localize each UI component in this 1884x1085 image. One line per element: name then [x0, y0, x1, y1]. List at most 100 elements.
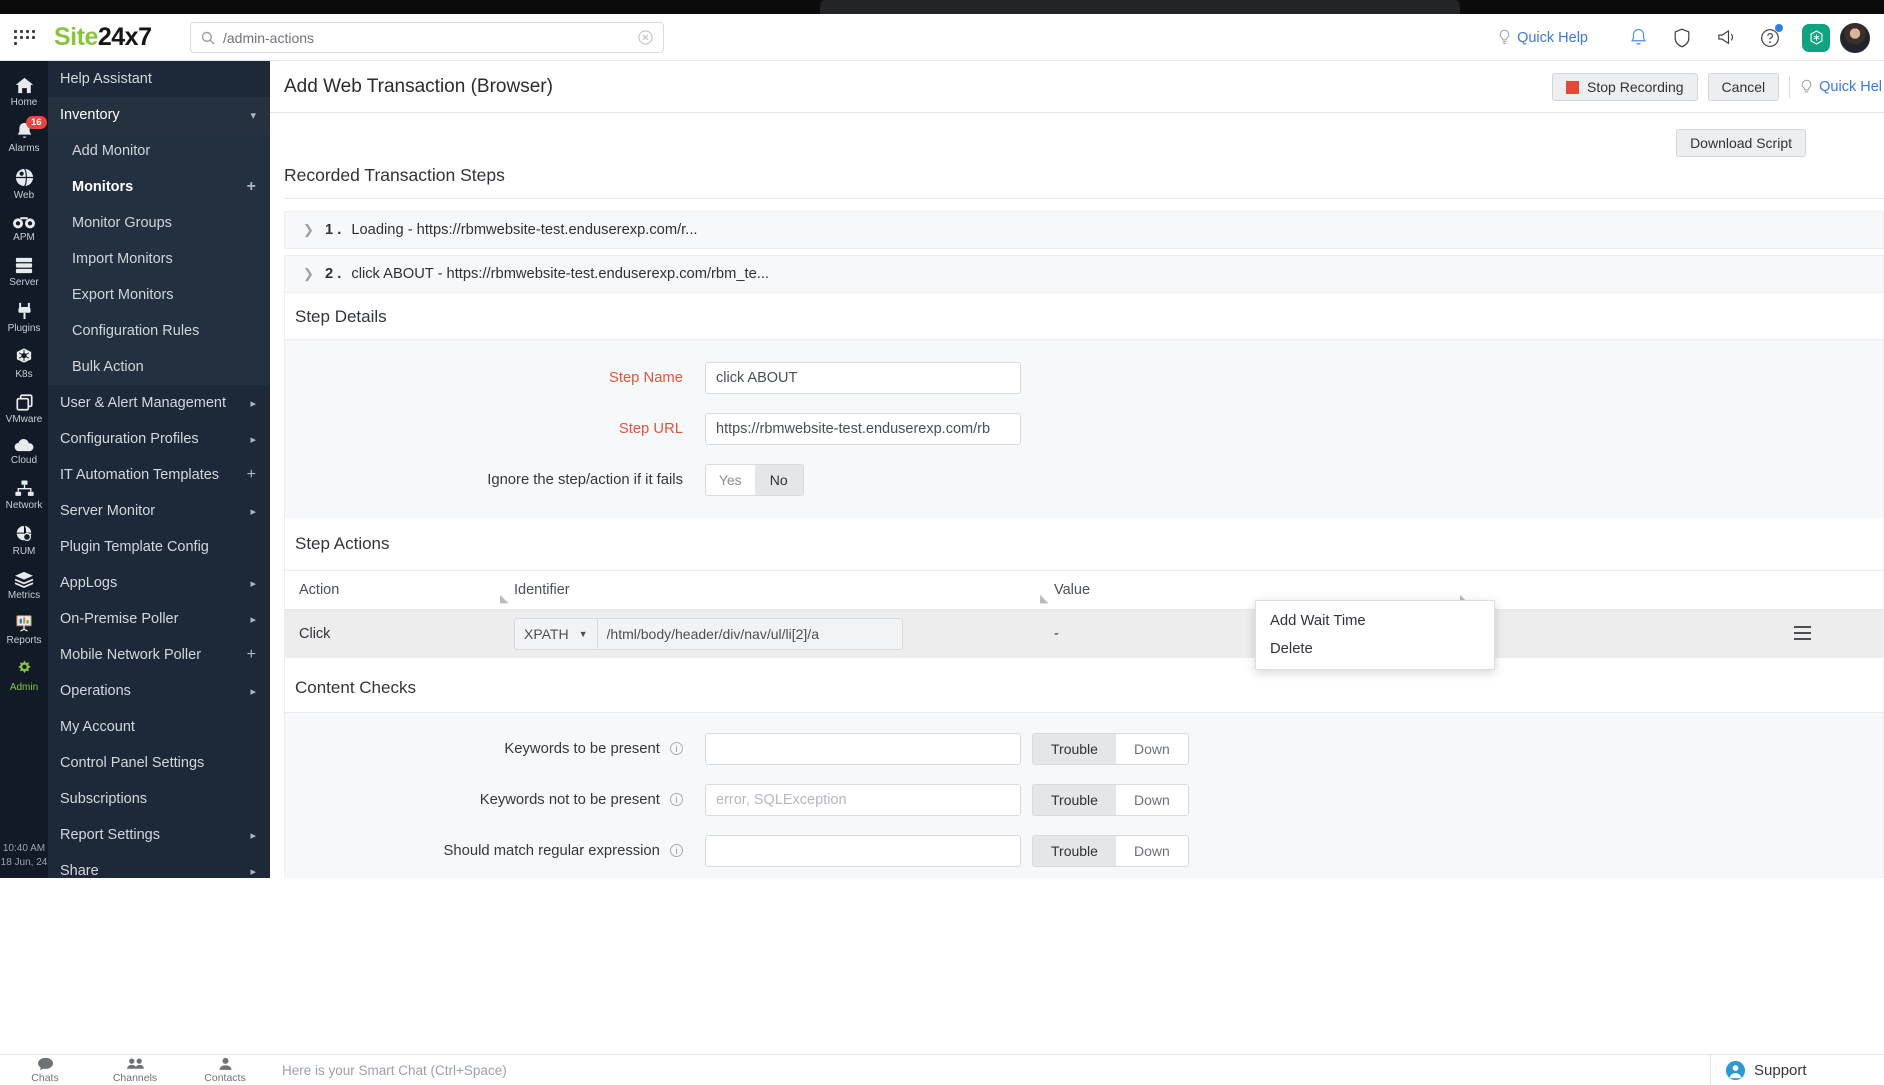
info-icon[interactable]: i	[670, 844, 683, 857]
ignore-step-toggle[interactable]: Yes No	[705, 464, 804, 496]
dock-item-chats[interactable]: Chats	[0, 1057, 90, 1085]
apps-grid-icon[interactable]	[14, 29, 40, 45]
keywords-not-present-severity-toggle[interactable]: Trouble Down	[1032, 784, 1189, 816]
regex-match-input[interactable]	[705, 835, 1021, 867]
sidebar-item-monitor-groups[interactable]: Monitor Groups	[48, 205, 270, 241]
sidebar-item-bulk-action[interactable]: Bulk Action	[48, 349, 270, 385]
resize-handle-icon[interactable]: ◢	[500, 592, 508, 605]
page-scroll-area[interactable]: Download Script Recorded Transaction Ste…	[270, 113, 1884, 878]
keywords-present-input[interactable]	[705, 733, 1021, 765]
keywords-not-present-input[interactable]	[705, 784, 1021, 816]
stop-recording-button[interactable]: Stop Recording	[1552, 73, 1698, 101]
severity-trouble-option[interactable]: Trouble	[1033, 734, 1116, 764]
sidebar-item-it-automation-templates[interactable]: IT Automation Templates +	[48, 457, 270, 493]
sidebar-item-import-monitors[interactable]: Import Monitors	[48, 241, 270, 277]
rail-item-cloud[interactable]: Cloud	[0, 431, 48, 472]
megaphone-icon[interactable]	[1704, 14, 1748, 61]
sidebar-item-on-premise-poller[interactable]: On-Premise Poller ▸	[48, 601, 270, 637]
column-label: Action	[299, 582, 340, 598]
global-search[interactable]	[190, 22, 664, 53]
download-script-button[interactable]: Download Script	[1676, 129, 1806, 157]
rail-item-server[interactable]: Server	[0, 249, 48, 294]
dock-item-channels[interactable]: Channels	[90, 1057, 180, 1085]
page-header: Add Web Transaction (Browser) Stop Recor…	[270, 61, 1884, 113]
sidebar-item-mobile-network-poller[interactable]: Mobile Network Poller +	[48, 637, 270, 673]
dock-item-contacts[interactable]: Contacts	[180, 1057, 270, 1085]
resize-handle-icon[interactable]: ◢	[1040, 592, 1048, 605]
regex-match-severity-toggle[interactable]: Trouble Down	[1032, 835, 1189, 867]
sidebar-item-subscriptions[interactable]: Subscriptions	[48, 781, 270, 817]
rail-item-alarms[interactable]: 16 Alarms	[0, 114, 48, 160]
context-menu-delete[interactable]: Delete	[1256, 635, 1494, 663]
quick-help-header-button[interactable]: Quick Help	[1498, 29, 1588, 46]
help-circle-icon[interactable]	[1748, 14, 1792, 61]
rail-item-home[interactable]: Home	[0, 69, 48, 114]
keywords-present-severity-toggle[interactable]: Trouble Down	[1032, 733, 1189, 765]
shield-icon[interactable]	[1660, 14, 1704, 61]
sidebar-item-monitors[interactable]: Monitors +	[48, 169, 270, 205]
ai-assistant-icon[interactable]	[1802, 23, 1830, 52]
step-name-input[interactable]	[705, 362, 1021, 394]
sidebar-item-operations[interactable]: Operations ▸	[48, 673, 270, 709]
sidebar-item-report-settings[interactable]: Report Settings ▸	[48, 817, 270, 853]
sidebar-item-my-account[interactable]: My Account	[48, 709, 270, 745]
plus-icon[interactable]: +	[247, 179, 256, 195]
sidebar-item-configuration-profiles[interactable]: Configuration Profiles ▸	[48, 421, 270, 457]
column-header-identifier[interactable]: Identifier ◢	[514, 582, 1054, 605]
rail-item-web[interactable]: Web	[0, 160, 48, 207]
row-menu-icon[interactable]	[1794, 626, 1811, 644]
sidebar-item-add-monitor[interactable]: Add Monitor	[48, 133, 270, 169]
chevron-right-icon[interactable]: ❯	[303, 222, 315, 238]
plus-icon[interactable]: +	[247, 467, 256, 483]
nav-item-help-assistant[interactable]: Help Assistant	[48, 61, 270, 97]
rail-item-plugins[interactable]: Plugins	[0, 294, 48, 340]
sidebar-item-export-monitors[interactable]: Export Monitors	[48, 277, 270, 313]
sidebar-item-applogs[interactable]: AppLogs ▸	[48, 565, 270, 601]
row-context-menu[interactable]: Add Wait Time Delete	[1255, 600, 1495, 670]
transaction-step-1[interactable]: ❯ 1 . Loading - https://rbmwebsite-test.…	[284, 211, 1884, 249]
context-menu-add-wait-time[interactable]: Add Wait Time	[1256, 607, 1494, 635]
avatar[interactable]	[1840, 22, 1870, 53]
rail-item-apm[interactable]: APM	[0, 207, 48, 249]
rail-item-reports[interactable]: Reports	[0, 607, 48, 652]
severity-down-option[interactable]: Down	[1116, 836, 1188, 866]
sidebar-item-control-panel-settings[interactable]: Control Panel Settings	[48, 745, 270, 781]
smart-chat-bar[interactable]: Here is your Smart Chat (Ctrl+Space)	[270, 1054, 1710, 1085]
identifier-input[interactable]	[596, 618, 903, 650]
sidebar-item-configuration-rules[interactable]: Configuration Rules	[48, 313, 270, 349]
support-button[interactable]: Support	[1710, 1054, 1884, 1085]
sidebar-item-user-alert-management[interactable]: User & Alert Management ▸	[48, 385, 270, 421]
clear-icon[interactable]	[638, 30, 653, 45]
ignore-yes-option[interactable]: Yes	[706, 465, 755, 495]
rail-item-vmware[interactable]: VMware	[0, 386, 48, 431]
column-header-action[interactable]: Action ◢	[299, 582, 514, 605]
nav-item-inventory[interactable]: Inventory ▾	[48, 97, 270, 133]
severity-down-option[interactable]: Down	[1116, 785, 1188, 815]
cancel-button[interactable]: Cancel	[1707, 73, 1780, 101]
rail-item-admin[interactable]: Admin	[0, 652, 48, 699]
transaction-step-2[interactable]: ❯ 2 . click ABOUT - https://rbmwebsite-t…	[284, 255, 1884, 293]
severity-trouble-option[interactable]: Trouble	[1033, 785, 1116, 815]
plus-icon[interactable]: +	[247, 647, 256, 663]
site24x7-logo[interactable]: Site24x7	[54, 23, 152, 52]
rail-item-rum[interactable]: RUM	[0, 517, 48, 563]
bell-icon[interactable]	[1616, 14, 1660, 61]
info-icon[interactable]: i	[670, 793, 683, 806]
severity-down-option[interactable]: Down	[1116, 734, 1188, 764]
severity-trouble-option[interactable]: Trouble	[1033, 836, 1116, 866]
search-input[interactable]	[223, 29, 638, 46]
rail-item-metrics[interactable]: Metrics	[0, 563, 48, 607]
info-icon[interactable]: i	[670, 742, 683, 755]
step-url-input[interactable]	[705, 413, 1021, 445]
rail-item-k8s[interactable]: K8s	[0, 340, 48, 386]
ignore-no-option[interactable]: No	[754, 465, 803, 495]
quick-help-page-button[interactable]: Quick Hel	[1800, 79, 1884, 96]
sidebar-item-share[interactable]: Share ▸	[48, 853, 270, 878]
column-header-value[interactable]: Value ◢	[1054, 582, 1474, 605]
sidebar-item-server-monitor[interactable]: Server Monitor ▸	[48, 493, 270, 529]
sidebar-item-plugin-template-config[interactable]: Plugin Template Config	[48, 529, 270, 565]
rail-item-network[interactable]: Network	[0, 472, 48, 517]
table-row[interactable]: Click XPATH ▼ -	[285, 610, 1883, 658]
chevron-down-icon[interactable]: ❯	[303, 266, 315, 282]
identifier-type-select[interactable]: XPATH ▼	[514, 618, 597, 650]
